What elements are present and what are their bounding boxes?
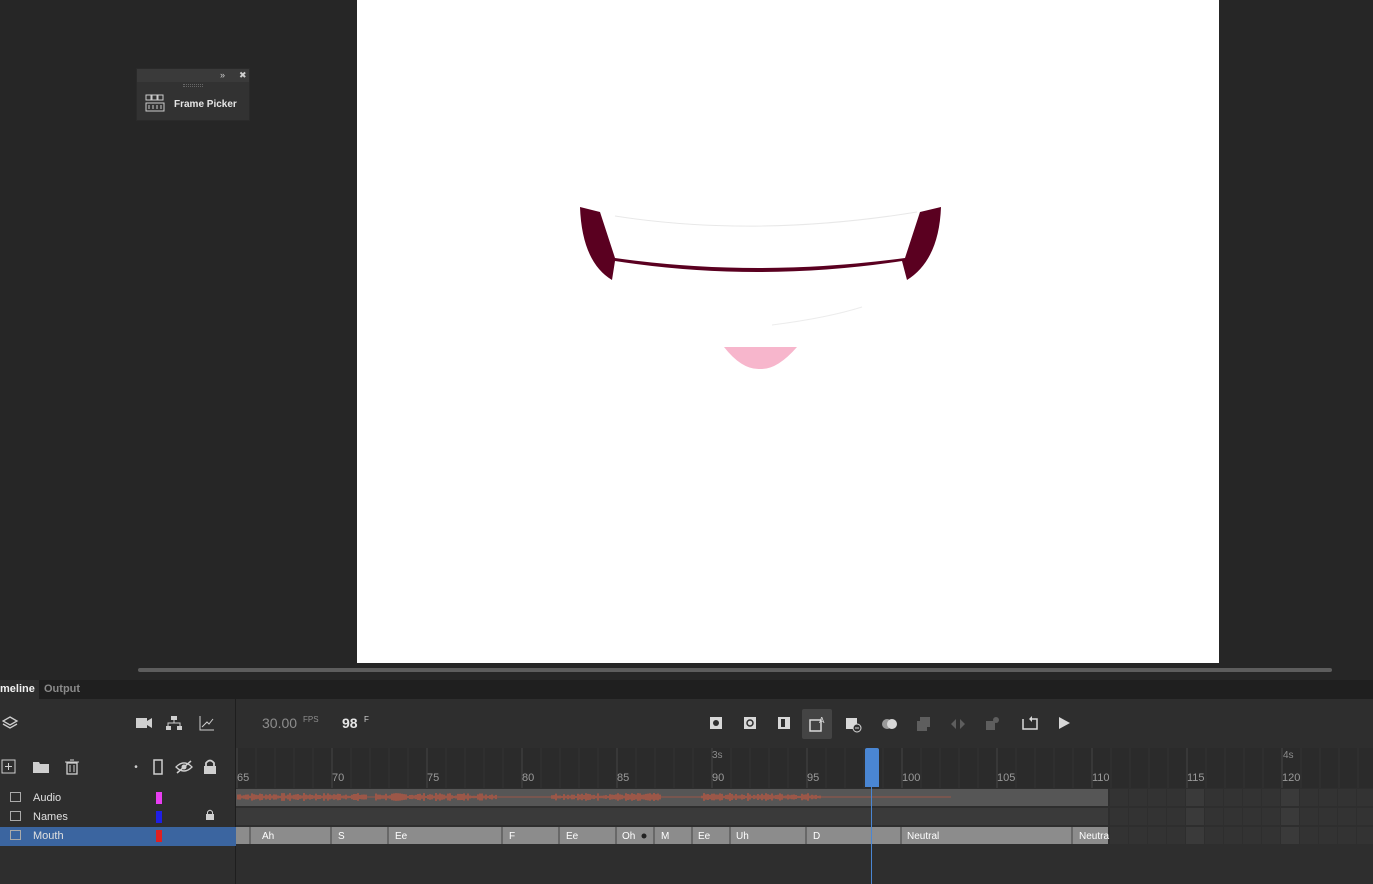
names-frames-span [236,808,1108,825]
keyframe-label: Ee [698,831,711,842]
fps-unit: FPS [303,715,319,724]
lower-lip-line [771,306,863,326]
svg-text:A: A [819,716,825,725]
tongue-shape [724,347,797,370]
layer-type-icon [10,830,21,840]
mouth-shape [580,207,941,280]
auto-keyframe-icon: A [809,716,825,732]
keyframe-label: D [813,831,820,842]
ruler-number: 75 [427,772,440,784]
frame-picker-label: Frame Picker [174,99,237,110]
ruler-number: 100 [902,772,921,784]
outline-icon[interactable] [150,759,168,777]
frames-grid[interactable]: Ah S Ee F Ee Oh M Ee Uh D Neutral Neutra [236,788,1373,845]
layer-name: Mouth [33,830,64,842]
horizontal-scrollbar[interactable] [138,668,1332,672]
graph-icon[interactable] [199,715,217,733]
keyframe-label: S [338,831,345,842]
frame-picker-icon [145,94,165,112]
parenting-icon[interactable] [166,715,184,733]
layer-type-icon [10,792,21,802]
ruler-number: 65 [237,772,250,784]
layer-color-swatch[interactable] [156,811,162,823]
layer-row-mouth[interactable]: Mouth [0,827,236,846]
keyframe-label: Uh [736,831,749,842]
seconds-label-3s: 3s [712,750,723,761]
ruler-number: 105 [997,772,1016,784]
keyframe-label: Ee [566,831,579,842]
playhead-handle[interactable] [865,748,879,787]
layers-icon[interactable] [2,715,20,733]
frame-unit: F [364,715,369,724]
current-frame[interactable]: 98 [342,715,358,731]
lock-icon[interactable] [202,759,220,777]
layer-row-names[interactable]: Names [0,808,236,827]
frame-picker-panel: » ✖ Frame Picker [136,68,250,121]
ruler-number: 90 [712,772,725,784]
highlight-dot-icon[interactable]: • [127,760,145,778]
drag-grip[interactable] [183,84,203,87]
layer-color-swatch[interactable] [156,830,162,842]
new-folder-icon[interactable] [32,759,50,777]
upper-teeth-line [614,211,918,227]
keyframe-label: Ee [395,831,408,842]
stage-canvas[interactable] [357,0,1219,663]
layer-name: Audio [33,792,62,804]
keyframe-label: Neutral [907,831,939,842]
camera-icon[interactable] [135,716,153,734]
mouth-frames-span [236,827,1108,844]
tab-output[interactable]: Output [40,680,84,699]
keyframe-label: Neutra [1079,831,1109,842]
seconds-label-4s: 4s [1283,750,1294,761]
frame-picker-header: » ✖ [137,69,249,82]
layer-type-icon [10,811,21,821]
new-layer-icon[interactable] [1,759,19,777]
auto-keyframe-button[interactable]: A [802,709,832,739]
insert-keyframe-icon[interactable] [708,715,726,733]
edit-multiple-frames-icon[interactable] [915,715,933,733]
ruler-number: 120 [1282,772,1301,784]
keyframe-label: M [661,831,669,842]
collapse-icon[interactable]: » [220,69,225,82]
insert-frame-icon[interactable] [776,715,794,733]
empty-frame-grid [1110,789,1373,844]
layer-color-swatch[interactable] [156,792,162,804]
ruler-number: 70 [332,772,345,784]
panel-tab-bar: meline Output [0,680,1373,699]
clear-keyframe-icon[interactable] [845,715,863,733]
tween-icon[interactable] [949,715,967,733]
timeline-panel: 30.00 FPS 98 F A • 3s 4s 65 70 75 80 85 … [0,699,1373,884]
mouth-artwork [580,207,941,370]
close-icon[interactable]: ✖ [239,69,247,82]
layer-row-audio[interactable]: Audio [0,789,236,808]
fps-value[interactable]: 30.00 [262,715,297,731]
ruler-number: 80 [522,772,535,784]
keyframe-label: Oh [622,831,635,842]
ruler-number: 85 [617,772,630,784]
ruler-number: 115 [1187,772,1205,784]
play-icon[interactable] [1056,715,1074,733]
delete-icon[interactable] [64,759,82,777]
ruler-number: 95 [807,772,820,784]
shape-tween-icon[interactable] [983,715,1001,733]
lock-icon[interactable] [205,809,215,824]
keyframe-label: F [509,831,515,842]
hide-icon[interactable] [175,759,193,777]
frame-picker-body[interactable]: Frame Picker [137,82,249,122]
tab-timeline[interactable]: meline [0,680,39,699]
layer-name: Names [33,811,68,823]
ruler-number: 110 [1092,772,1110,784]
onion-skin-icon[interactable] [880,715,898,733]
loop-icon[interactable] [1020,715,1038,733]
animate-app: » ✖ Frame Picker meline Output 30.00 FPS… [0,0,1373,884]
keyframe-dot[interactable] [641,833,647,839]
keyframe-label: Ah [262,831,274,842]
insert-blank-keyframe-icon[interactable] [742,715,760,733]
frames-svg: Ah S Ee F Ee Oh M Ee Uh D Neutral Neutra [236,789,1373,844]
